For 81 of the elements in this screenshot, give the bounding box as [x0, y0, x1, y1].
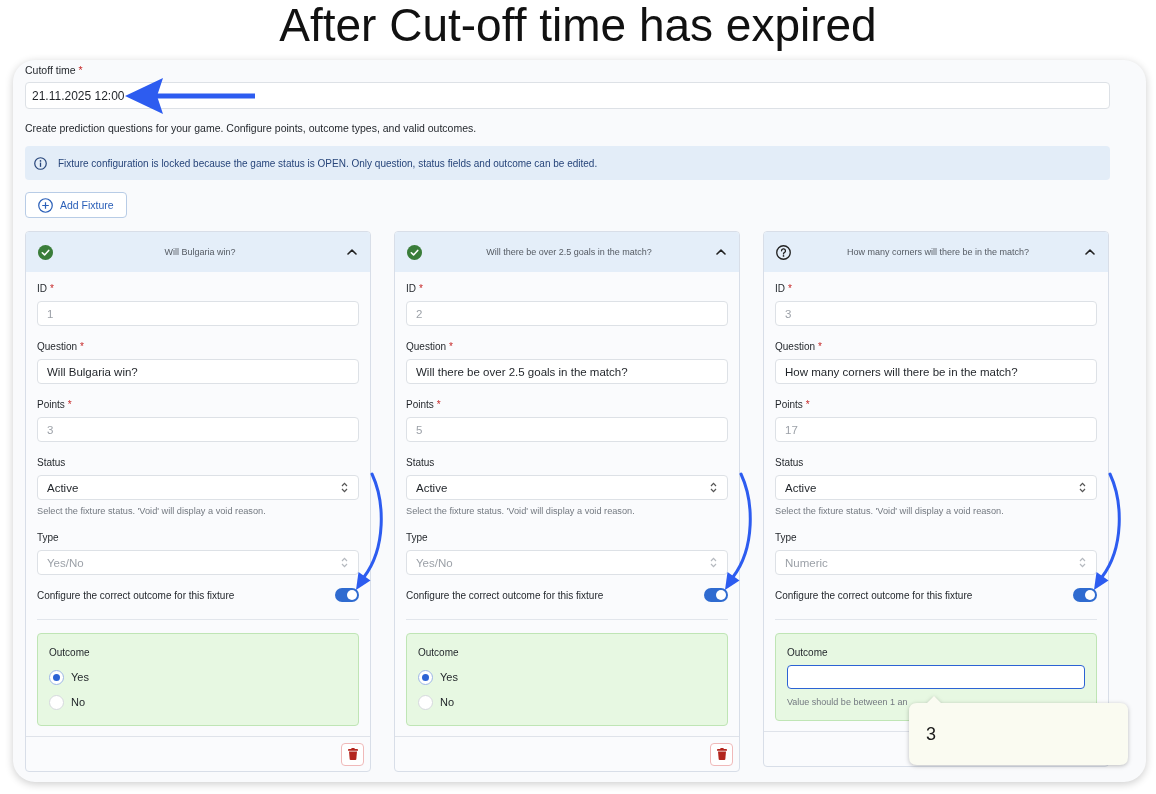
- field-label: ID: [775, 282, 785, 296]
- radio-label: No: [71, 696, 86, 708]
- help-text: Select the fixture status. 'Void' will display a void reason.: [406, 505, 636, 518]
- chevron-up-icon[interactable]: [347, 249, 357, 255]
- chevron-up-icon[interactable]: [1085, 249, 1095, 255]
- required-mark: *: [419, 282, 423, 296]
- chevron-up-icon[interactable]: [716, 249, 726, 255]
- fixture-title: How many corners will there be in the match?: [845, 247, 1031, 257]
- field-label: ID: [37, 282, 47, 296]
- date-time-field[interactable]: 21.11.2025 12:00: [25, 82, 1110, 109]
- required-mark: *: [818, 340, 822, 354]
- add-fixture-button[interactable]: Add Fixture: [25, 192, 127, 218]
- delete-button[interactable]: [341, 742, 364, 766]
- radio-button[interactable]: [418, 669, 433, 685]
- trash-icon: [347, 748, 358, 760]
- field-label: Type: [406, 531, 428, 545]
- required-mark: *: [436, 398, 441, 412]
- field-label: Cutoff time: [25, 63, 76, 77]
- toggle-switch[interactable]: [1073, 588, 1097, 602]
- toggle-switch[interactable]: [335, 588, 359, 602]
- fixture-title: Will Bulgaria win?: [163, 247, 237, 257]
- required-mark: *: [788, 282, 792, 296]
- card-header[interactable]: How many corners will there be in the match?: [764, 232, 1108, 272]
- toggle-switch[interactable]: [704, 588, 728, 602]
- field-label: Question: [775, 340, 816, 354]
- alert-text: Fixture configuration is locked because the game status is OPEN. Only question, status fields and outcome can be edited.: [58, 157, 598, 169]
- toggle-label: Configure the correct outcome for this fixture: [406, 589, 604, 601]
- radio-button[interactable]: [49, 669, 64, 685]
- select-field[interactable]: Active: [37, 475, 359, 500]
- required-mark: *: [78, 63, 83, 77]
- required-mark: *: [50, 282, 54, 296]
- radio-label: Yes: [440, 671, 458, 683]
- updown-chevron-icon: [710, 482, 717, 493]
- text-field[interactable]: How many corners will there be in the match?: [775, 359, 1097, 384]
- info-icon: [34, 156, 47, 170]
- updown-chevron-icon: [341, 557, 348, 568]
- select-field[interactable]: Active: [775, 475, 1097, 500]
- field-label: Outcome: [787, 646, 829, 660]
- required-mark: *: [449, 340, 453, 354]
- field-label: Type: [775, 531, 797, 545]
- field-label: Status: [37, 456, 66, 470]
- field-label: Outcome: [418, 646, 460, 660]
- toggle-label: Configure the correct outcome for this fixture: [775, 589, 973, 601]
- page-title: After Cut-off time has expired: [278, 0, 878, 50]
- field-label: Outcome: [49, 646, 91, 660]
- updown-chevron-icon: [1079, 482, 1086, 493]
- field-label: Points: [37, 398, 65, 412]
- updown-chevron-icon: [1079, 557, 1086, 568]
- card-header[interactable]: Will there be over 2.5 goals in the match?: [395, 232, 739, 272]
- radio-label: Yes: [71, 671, 89, 683]
- field-label: Points: [406, 398, 434, 412]
- select-field[interactable]: Active: [406, 475, 728, 500]
- card-header[interactable]: Will Bulgaria win?: [26, 232, 370, 272]
- description-text: Create prediction questions for your game. Configure points, outcome types, and valid outcomes.: [25, 121, 478, 135]
- tooltip: 3: [909, 696, 1128, 765]
- field-label: Type: [37, 531, 59, 545]
- toggle-label: Configure the correct outcome for this fixture: [37, 589, 235, 601]
- radio-button[interactable]: [49, 694, 64, 710]
- field-label: ID: [406, 282, 416, 296]
- radio-label: No: [440, 696, 455, 708]
- radio-button[interactable]: [418, 694, 433, 710]
- required-mark: *: [67, 398, 72, 412]
- help-text: Value should be between 1 an: [787, 696, 909, 709]
- updown-chevron-icon: [341, 482, 348, 493]
- text-field[interactable]: Will there be over 2.5 goals in the match?: [406, 359, 728, 384]
- plus-circle-icon: [38, 197, 53, 213]
- fixture-title: Will there be over 2.5 goals in the match?: [485, 247, 653, 257]
- field-label: Question: [37, 340, 78, 354]
- number-field[interactable]: [787, 665, 1085, 689]
- trash-icon: [716, 748, 727, 760]
- help-text: Select the fixture status. 'Void' will display a void reason.: [37, 505, 267, 518]
- text-field[interactable]: Will Bulgaria win?: [37, 359, 359, 384]
- required-mark: *: [805, 398, 810, 412]
- field-label: Points: [775, 398, 803, 412]
- required-mark: *: [80, 340, 84, 354]
- updown-chevron-icon: [710, 557, 717, 568]
- field-label: Question: [406, 340, 447, 354]
- field-label: Status: [775, 456, 804, 470]
- delete-button[interactable]: [710, 742, 733, 766]
- help-text: Select the fixture status. 'Void' will display a void reason.: [775, 505, 1005, 518]
- field-label: Status: [406, 456, 435, 470]
